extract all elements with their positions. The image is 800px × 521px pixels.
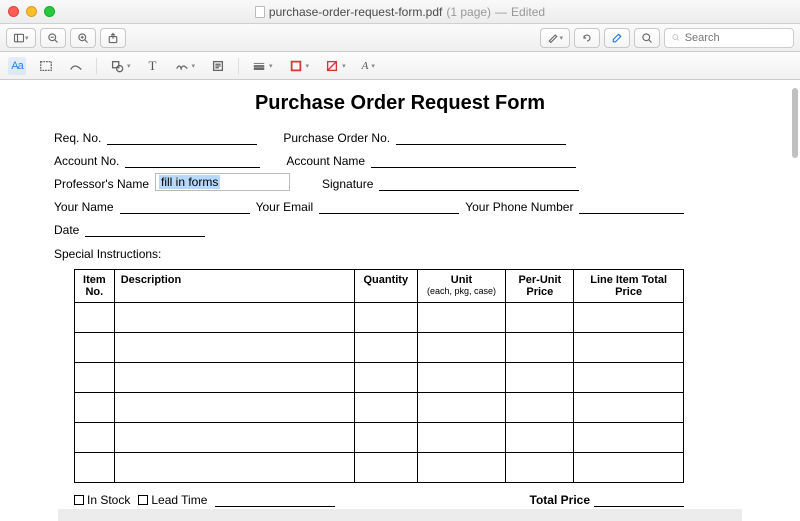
your-phone-field[interactable] <box>579 200 684 214</box>
col-per-unit: Per-Unit Price <box>506 270 574 303</box>
main-toolbar: ▾ ▾ <box>0 24 800 52</box>
rect-select-tool[interactable] <box>36 57 56 75</box>
col-line-total: Line Item Total Price <box>574 270 684 303</box>
acct-name-field[interactable] <box>371 154 576 168</box>
req-no-field[interactable] <box>107 131 257 145</box>
zoom-icon[interactable] <box>44 6 55 17</box>
divider <box>96 58 97 74</box>
search-icon-toolbar[interactable] <box>634 28 660 48</box>
items-table: Item No. Description Quantity Unit(each,… <box>74 269 684 483</box>
filename: purchase-order-request-form.pdf <box>269 5 442 19</box>
special-instructions-label: Special Instructions: <box>54 247 746 261</box>
document-icon <box>255 6 265 18</box>
po-no-label: Purchase Order No. <box>283 131 390 145</box>
titlebar: purchase-order-request-form.pdf (1 page)… <box>0 0 800 24</box>
zoom-in-button[interactable] <box>70 28 96 48</box>
date-field[interactable] <box>85 223 205 237</box>
table-row <box>75 303 684 333</box>
col-qty: Quantity <box>354 270 417 303</box>
app-window: purchase-order-request-form.pdf (1 page)… <box>0 0 800 521</box>
table-row <box>75 453 684 483</box>
fill-color-tool[interactable]: ▾ <box>322 57 349 75</box>
share-button[interactable] <box>100 28 126 48</box>
sign-tool[interactable]: ▾ <box>172 57 199 75</box>
in-stock-checkbox[interactable]: In Stock <box>74 493 130 507</box>
col-item-no: Item No. <box>75 270 115 303</box>
table-row <box>75 393 684 423</box>
your-name-field[interactable] <box>120 200 250 214</box>
rotate-button[interactable] <box>574 28 600 48</box>
document-canvas: Purchase Order Request Form Req. No. Pur… <box>0 80 800 521</box>
close-icon[interactable] <box>8 6 19 17</box>
search-icon <box>671 32 681 43</box>
window-title: purchase-order-request-form.pdf (1 page)… <box>0 5 800 19</box>
form-title: Purchase Order Request Form <box>54 92 746 115</box>
text-tool[interactable]: T <box>144 57 162 75</box>
prof-name-field[interactable]: fill in forms <box>155 173 290 191</box>
your-phone-label: Your Phone Number <box>465 200 573 214</box>
signature-label: Signature <box>322 177 373 191</box>
table-row <box>75 333 684 363</box>
sketch-tool[interactable] <box>66 57 86 75</box>
lead-time-field[interactable] <box>215 493 335 507</box>
prof-name-value: fill in forms <box>159 175 220 189</box>
markup-toolbar: Aa ▾ T ▾ ▾ ▾ ▾ A▾ <box>0 52 800 80</box>
edited-status: Edited <box>511 5 545 19</box>
page-info: (1 page) <box>446 5 491 19</box>
shapes-tool[interactable]: ▾ <box>107 57 134 75</box>
col-unit: Unit(each, pkg, case) <box>417 270 506 303</box>
window-controls <box>8 6 55 17</box>
scrollbar[interactable] <box>792 88 798 158</box>
col-desc: Description <box>114 270 354 303</box>
table-header-row: Item No. Description Quantity Unit(each,… <box>75 270 684 303</box>
search-field[interactable] <box>664 28 794 48</box>
sidebar-button[interactable]: ▾ <box>6 28 36 48</box>
font-style-tool[interactable]: A▾ <box>359 57 378 75</box>
table-row <box>75 363 684 393</box>
date-label: Date <box>54 223 79 237</box>
signature-field[interactable] <box>379 177 579 191</box>
minimize-icon[interactable] <box>26 6 37 17</box>
highlight-button[interactable]: ▾ <box>540 28 570 48</box>
markup-button[interactable] <box>604 28 630 48</box>
text-select-tool[interactable]: Aa <box>8 57 26 75</box>
your-email-field[interactable] <box>319 200 459 214</box>
acct-name-label: Account Name <box>286 154 365 168</box>
total-price-field[interactable] <box>594 493 684 507</box>
search-input[interactable] <box>685 32 787 44</box>
total-price-label: Total Price <box>530 493 590 507</box>
page-footer-bar <box>58 509 742 521</box>
note-tool[interactable] <box>208 57 228 75</box>
req-no-label: Req. No. <box>54 131 101 145</box>
table-row <box>75 423 684 453</box>
your-email-label: Your Email <box>256 200 314 214</box>
acct-no-field[interactable] <box>125 154 260 168</box>
acct-no-label: Account No. <box>54 154 119 168</box>
lead-time-checkbox[interactable]: Lead Time <box>138 493 207 507</box>
border-color-tool[interactable]: ▾ <box>286 57 313 75</box>
po-no-field[interactable] <box>396 131 566 145</box>
zoom-out-button[interactable] <box>40 28 66 48</box>
your-name-label: Your Name <box>54 200 114 214</box>
pdf-page[interactable]: Purchase Order Request Form Req. No. Pur… <box>14 80 786 521</box>
divider <box>238 58 239 74</box>
line-style-tool[interactable]: ▾ <box>249 57 276 75</box>
prof-name-label: Professor's Name <box>54 177 149 191</box>
